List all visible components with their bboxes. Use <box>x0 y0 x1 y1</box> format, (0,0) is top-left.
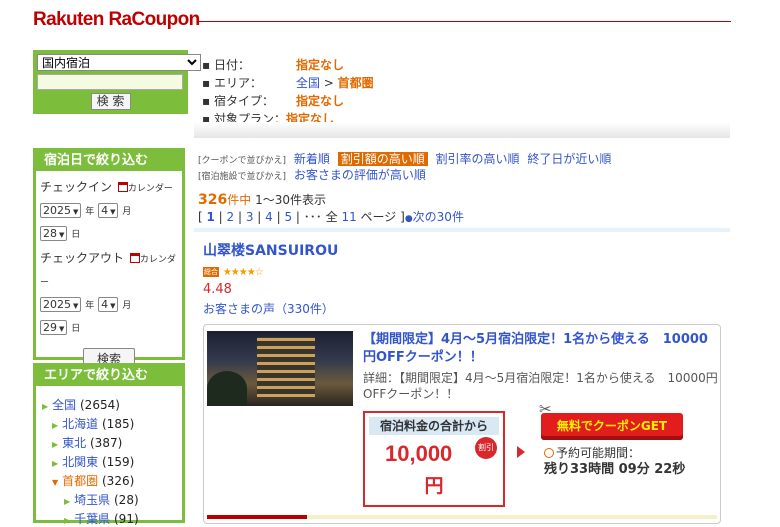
checkin-month-select[interactable]: 4 ▼ <box>98 203 119 218</box>
checkout-year-select[interactable]: 2025 ▼ <box>40 297 82 312</box>
sort-discount-amount-active[interactable]: 割引額の高い順 <box>337 152 428 166</box>
clock-icon <box>544 448 554 458</box>
area-link-shutoken[interactable]: 首都圏 <box>338 76 374 90</box>
condition-type: ▪ 宿タイプ： 指定なし <box>202 94 344 108</box>
hotel-name-link[interactable]: 山翠楼SANSUIROU <box>203 240 338 260</box>
get-coupon-button[interactable]: 無料でクーポンGET <box>541 413 683 440</box>
sort-newest[interactable]: 新着順 <box>294 152 330 166</box>
conditions-shadow <box>194 122 730 138</box>
checkin-day-select[interactable]: 28 ▼ <box>40 226 68 241</box>
keyword-input[interactable] <box>37 74 183 90</box>
next-card-strip-bg <box>307 515 717 519</box>
sort-ending-soon[interactable]: 終了日が近い順 <box>527 152 611 166</box>
discount-yen: 円 <box>424 475 444 497</box>
area-item-tohoku[interactable]: ▶ 東北 (387) <box>52 434 122 451</box>
next-arrow-icon: ● <box>404 214 413 224</box>
search-button[interactable]: 検 索 <box>90 93 131 110</box>
checkout-day-select[interactable]: 29 ▼ <box>40 320 68 335</box>
date-filter-box: 宿泊日で絞り込む チェックイン カレンダー 2025 ▼ 年 4 ▼ 月 28 ▼ 日… <box>33 148 185 370</box>
star-icons: ★★★★☆ <box>222 267 264 278</box>
page-last[interactable]: 11 <box>341 210 356 224</box>
area-filter-title: エリアで絞り込む <box>36 366 182 386</box>
condition-area: ▪ エリア： 全国 > 首都圏 <box>202 76 374 90</box>
date-filter-title: 宿泊日で絞り込む <box>36 151 182 171</box>
area-item-shutoken[interactable]: ▼ 首都圏 (326) <box>52 472 134 489</box>
hotel-rating-stars: 総合 ★★★★☆ <box>203 267 264 278</box>
sort-review-rating[interactable]: お客さまの評価が高い順 <box>294 168 426 182</box>
hotel-reviews-link[interactable]: お客さまの声（330件） <box>203 300 334 317</box>
result-count: 326件中 1〜30件表示 <box>198 192 326 208</box>
pagination: [ 1 | 2 | 3 | 4 | 5 | ･･･ 全 11 ページ ]●次の3… <box>198 210 464 224</box>
sort-discount-rate[interactable]: 割引率の高い順 <box>436 152 520 166</box>
booking-period-label: 予約可能期間： <box>544 444 640 461</box>
area-item-kitakanto[interactable]: ▶ 北関東 (159) <box>52 453 134 470</box>
checkin-calendar-link[interactable]: カレンダー <box>128 184 173 194</box>
page-2[interactable]: 2 <box>227 210 235 224</box>
calendar-icon[interactable] <box>129 253 140 263</box>
hotel-photo[interactable] <box>207 331 353 406</box>
category-select[interactable]: 国内宿泊 <box>37 54 201 71</box>
rakuten-racoupon-logo[interactable]: Rakuten RaCoupon <box>33 9 200 31</box>
discount-badge: 割引 <box>475 437 497 459</box>
coupon-sort-bar: [クーポンで並びかえ] 新着順 割引額の高い順 割引率の高い順 終了日が近い順 <box>198 152 612 166</box>
area-filter-box: エリアで絞り込む ▶ 全国 (2654) ▶ 北海道 (185) ▶ 東北 (387)… <box>33 363 185 526</box>
coupon-detail: 詳細：【期間限定】4月〜5月宿泊限定！1名から使える 10000円OFFクーポン… <box>363 371 718 401</box>
next-card-strip <box>207 515 307 519</box>
page-4[interactable]: 4 <box>265 210 273 224</box>
area-item-saitama[interactable]: ▶ 埼玉県 (28) <box>64 491 139 508</box>
discount-amount: 10,000 <box>385 441 453 466</box>
coupon-title-link[interactable]: 【期間限定】4月〜5月宿泊限定！1名から使える 10000円OFFクーポン！！ <box>363 331 718 367</box>
page-1[interactable]: 1 <box>207 210 215 224</box>
arrow-right-icon <box>517 446 525 458</box>
area-item-zenkoku[interactable]: ▶ 全国 (2654) <box>42 396 120 413</box>
results-separator <box>194 228 730 232</box>
keyword-search-box: 国内宿泊 検 索 <box>33 50 201 114</box>
header-divider <box>197 21 731 22</box>
area-link-nationwide[interactable]: 全国 <box>296 76 320 90</box>
facility-sort-bar: [宿泊施設で並びかえ] お客さまの評価が高い順 <box>198 168 426 182</box>
calendar-icon[interactable] <box>117 182 128 192</box>
discount-price-box: 宿泊料金の合計から 10,000 割引 円 <box>363 411 505 507</box>
page-3[interactable]: 3 <box>246 210 254 224</box>
checkin-year-select[interactable]: 2025 ▼ <box>40 203 82 218</box>
checkout-month-select[interactable]: 4 ▼ <box>98 297 119 312</box>
next-page-link[interactable]: 次の30件 <box>413 210 464 224</box>
hotel-rating-value: 4.48 <box>203 282 232 297</box>
price-label: 宿泊料金の合計から <box>369 417 499 435</box>
area-item-hokkaido[interactable]: ▶ 北海道 (185) <box>52 415 134 432</box>
remaining-time: 残り33時間 09分 22秒 <box>544 462 686 477</box>
condition-date: ▪ 日付： 指定なし <box>202 58 344 72</box>
page-5[interactable]: 5 <box>284 210 292 224</box>
